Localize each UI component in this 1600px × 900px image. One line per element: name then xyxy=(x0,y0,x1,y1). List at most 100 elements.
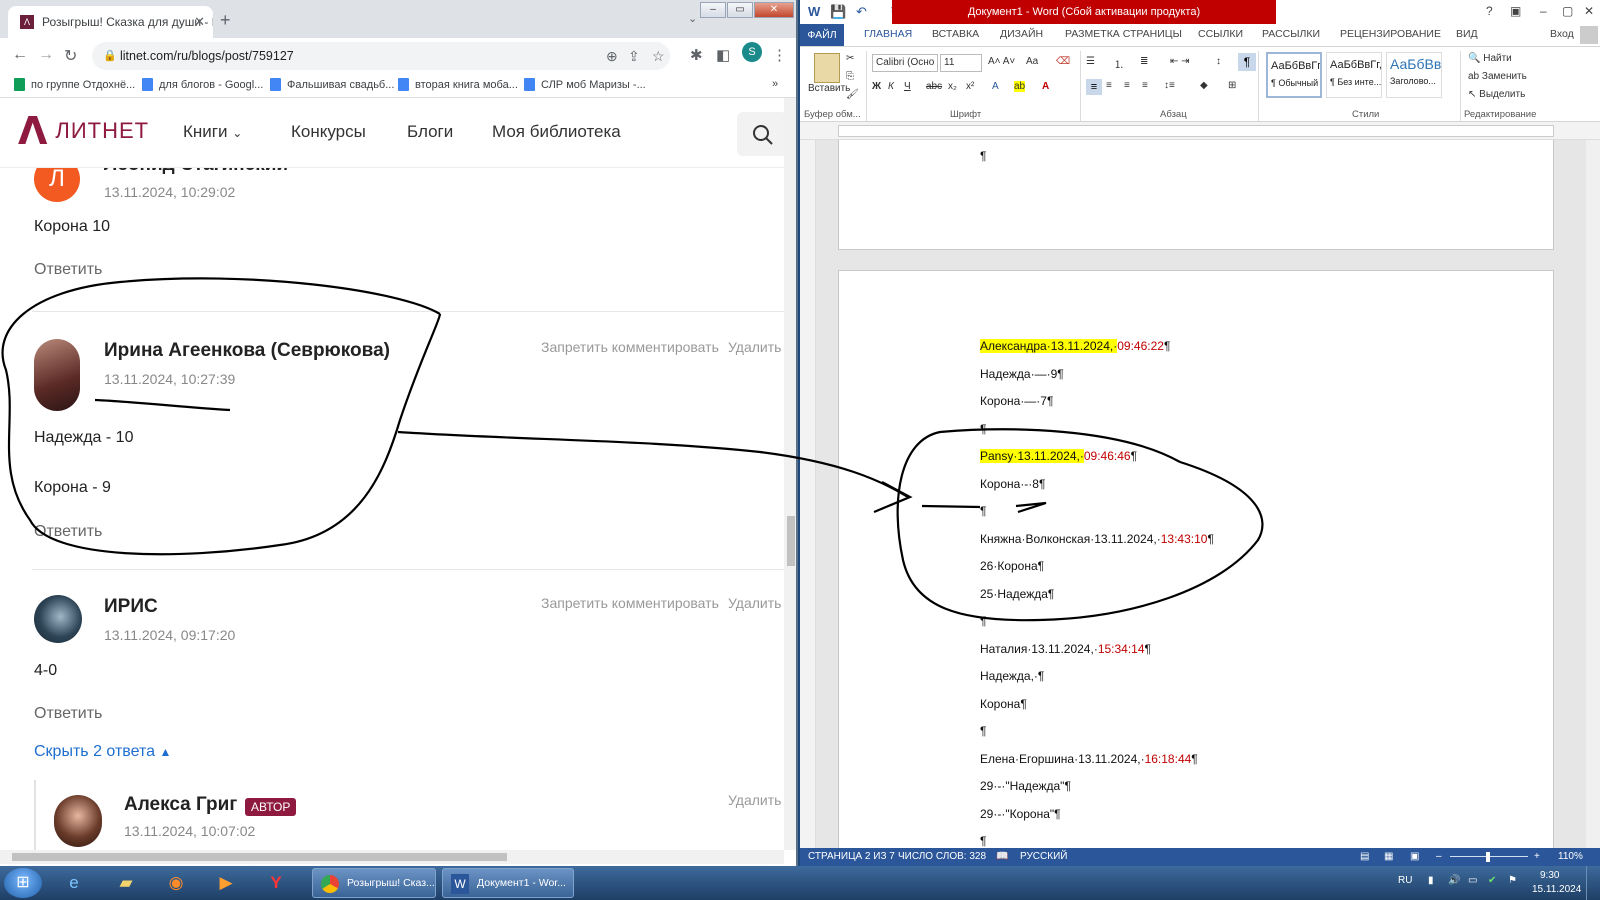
proofing-icon[interactable]: 📖 xyxy=(996,851,1008,862)
zoom-icon[interactable]: ⊕ xyxy=(606,42,618,70)
volume-icon[interactable]: 🔊 xyxy=(1448,875,1460,886)
forward-icon[interactable]: → xyxy=(38,46,54,64)
style-no-spacing[interactable]: АаБбВвГг, ¶ Без инте... xyxy=(1326,52,1382,98)
replace-button[interactable]: ab Заменить xyxy=(1468,71,1527,82)
text-effects-icon[interactable]: A xyxy=(992,81,999,92)
document-line[interactable]: Надежда·—·9¶ xyxy=(980,367,1064,381)
zoom-slider-thumb[interactable] xyxy=(1486,852,1490,862)
start-button[interactable]: ⊞ xyxy=(4,868,42,898)
change-case-icon[interactable]: Aa xyxy=(1026,56,1038,67)
clear-format-icon[interactable]: ⌫ xyxy=(1056,56,1070,67)
line-spacing-icon[interactable]: ↕≡ xyxy=(1164,80,1175,91)
zoom-level[interactable]: 110% xyxy=(1558,851,1583,862)
hide-replies-toggle[interactable]: Скрыть 2 ответа ▲ xyxy=(34,743,171,761)
superscript-icon[interactable]: x² xyxy=(966,81,974,92)
document-line[interactable]: Надежда,·¶ xyxy=(980,669,1044,683)
avatar[interactable]: Л xyxy=(34,168,80,202)
help-icon[interactable]: ? xyxy=(1486,4,1493,18)
bookmark-item[interactable]: по группе Отдохнё... xyxy=(14,78,135,91)
print-layout-icon[interactable]: ▦ xyxy=(1384,851,1393,862)
media-player-icon[interactable]: ▶ xyxy=(206,869,246,897)
bookmark-item[interactable]: СЛР моб Маризы -... xyxy=(524,78,646,91)
align-left-icon[interactable]: ≡ xyxy=(1086,79,1102,95)
input-language[interactable]: RU xyxy=(1398,875,1412,886)
tab-mailings[interactable]: РАССЫЛКИ xyxy=(1262,28,1320,40)
font-size-select[interactable]: 11 xyxy=(940,54,982,72)
delete-link[interactable]: Удалить xyxy=(728,595,781,611)
block-commenting-link[interactable]: Запретить комментировать xyxy=(541,595,719,611)
align-center-icon[interactable]: ≡ xyxy=(1106,80,1112,91)
tab-design[interactable]: ДИЗАЙН xyxy=(1000,28,1043,40)
document-line[interactable]: Корона·-·8¶ xyxy=(980,477,1045,491)
save-icon[interactable]: 💾 xyxy=(830,4,846,20)
document-line[interactable]: Наталия·13.11.2024,·15:34:14¶ xyxy=(980,642,1151,656)
yandex-icon[interactable]: Y xyxy=(256,869,296,897)
strikethrough-icon[interactable]: abc xyxy=(926,81,942,92)
delete-link[interactable]: Удалить xyxy=(728,339,781,355)
security-icon[interactable]: ✔ xyxy=(1488,875,1496,886)
page-scrollbar[interactable] xyxy=(784,98,796,850)
bookmark-item[interactable]: Фальшивая свадьб... xyxy=(270,78,394,91)
paste-icon[interactable] xyxy=(814,53,840,83)
highlight-icon[interactable]: ab xyxy=(1014,81,1026,92)
extensions-icon[interactable]: ✱ xyxy=(690,46,703,64)
site-search-button[interactable] xyxy=(737,112,787,156)
nav-contests[interactable]: Конкурсы xyxy=(291,122,366,142)
comment-author[interactable]: Ирина Агеенкова (Севрюкова) xyxy=(104,340,390,362)
litnet-logo[interactable]: Λ ЛИТНЕТ xyxy=(18,112,149,150)
horizontal-scrollbar[interactable] xyxy=(0,850,784,864)
document-line[interactable]: Елена·Егоршина·13.11.2024,·16:18:44¶ xyxy=(980,752,1198,766)
signin-link[interactable]: Вход xyxy=(1550,28,1574,40)
avatar[interactable] xyxy=(34,595,82,643)
read-mode-icon[interactable]: ▤ xyxy=(1360,851,1369,862)
reply-link[interactable]: Ответить xyxy=(34,261,102,279)
show-desktop-button[interactable] xyxy=(1586,866,1600,900)
ie-icon[interactable]: e xyxy=(54,869,94,897)
close-window-icon[interactable]: ✕ xyxy=(754,2,794,18)
grow-font-icon[interactable]: A˄ A˅ xyxy=(988,56,1015,67)
page-count[interactable]: СТРАНИЦА 2 ИЗ 7 xyxy=(808,851,895,862)
multilevel-icon[interactable]: ≣ xyxy=(1140,56,1148,67)
profile-avatar[interactable]: S xyxy=(742,42,762,62)
web-layout-icon[interactable]: ▣ xyxy=(1410,851,1419,862)
tab-page-layout[interactable]: РАЗМЕТКА СТРАНИЦЫ xyxy=(1065,28,1182,40)
close-tab-icon[interactable]: ✕ xyxy=(194,14,205,30)
language[interactable]: РУССКИЙ xyxy=(1020,851,1067,862)
firefox-icon[interactable]: ◉ xyxy=(156,869,196,897)
comment-author[interactable]: Леонид Стагинский xyxy=(104,168,288,176)
tab-home[interactable]: ГЛАВНАЯ xyxy=(864,28,912,40)
tab-view[interactable]: ВИД xyxy=(1456,28,1478,40)
maximize-icon[interactable]: ▢ xyxy=(1562,4,1573,18)
italic-icon[interactable]: К xyxy=(888,81,894,92)
paragraph-mark[interactable]: ¶ xyxy=(980,149,986,163)
reply-link[interactable]: Ответить xyxy=(34,523,102,541)
document-line[interactable]: Корона·—·7¶ xyxy=(980,394,1053,408)
document-line[interactable]: Александра·13.11.2024,·09:46:22¶ xyxy=(980,339,1170,353)
document-line[interactable]: ¶ xyxy=(980,614,986,628)
new-tab-icon[interactable]: + xyxy=(220,10,231,31)
word-count[interactable]: ЧИСЛО СЛОВ: 328 xyxy=(898,851,986,862)
tab-references[interactable]: ССЫЛКИ xyxy=(1198,28,1243,40)
format-painter-icon[interactable]: 🖌 xyxy=(846,89,859,100)
comment-author[interactable]: ИРИС xyxy=(104,596,158,618)
delete-link[interactable]: Удалить xyxy=(728,792,781,808)
avatar[interactable] xyxy=(34,339,80,411)
bookmark-item[interactable]: для блогов - Googl... xyxy=(142,78,263,91)
subscript-icon[interactable]: x₂ xyxy=(948,81,957,92)
style-normal[interactable]: АаБбВвГг, ¶ Обычный xyxy=(1266,52,1322,98)
tab-insert[interactable]: ВСТАВКА xyxy=(932,28,979,40)
cut-icon[interactable]: ✂ xyxy=(846,53,854,64)
avatar[interactable] xyxy=(54,795,102,847)
ribbon-options-icon[interactable]: ▣ xyxy=(1510,4,1521,18)
document-line[interactable]: Княжна·Волконская·13.11.2024,·13:43:10¶ xyxy=(980,532,1214,546)
undo-icon[interactable]: ↶ xyxy=(856,4,867,20)
bookmark-star-icon[interactable]: ☆ xyxy=(652,42,665,70)
close-window-icon[interactable]: ✕ xyxy=(1584,4,1594,18)
font-color-icon[interactable]: A xyxy=(1042,81,1049,92)
document-line[interactable]: 25·Надежда¶ xyxy=(980,587,1054,601)
bookmark-item[interactable]: вторая книга моба... xyxy=(398,78,518,91)
sort-icon[interactable]: ↕ xyxy=(1216,56,1221,67)
minimize-icon[interactable]: – xyxy=(1540,4,1547,18)
paste-label[interactable]: Вставить xyxy=(808,83,850,94)
nav-my-library[interactable]: Моя библиотека xyxy=(492,122,621,142)
